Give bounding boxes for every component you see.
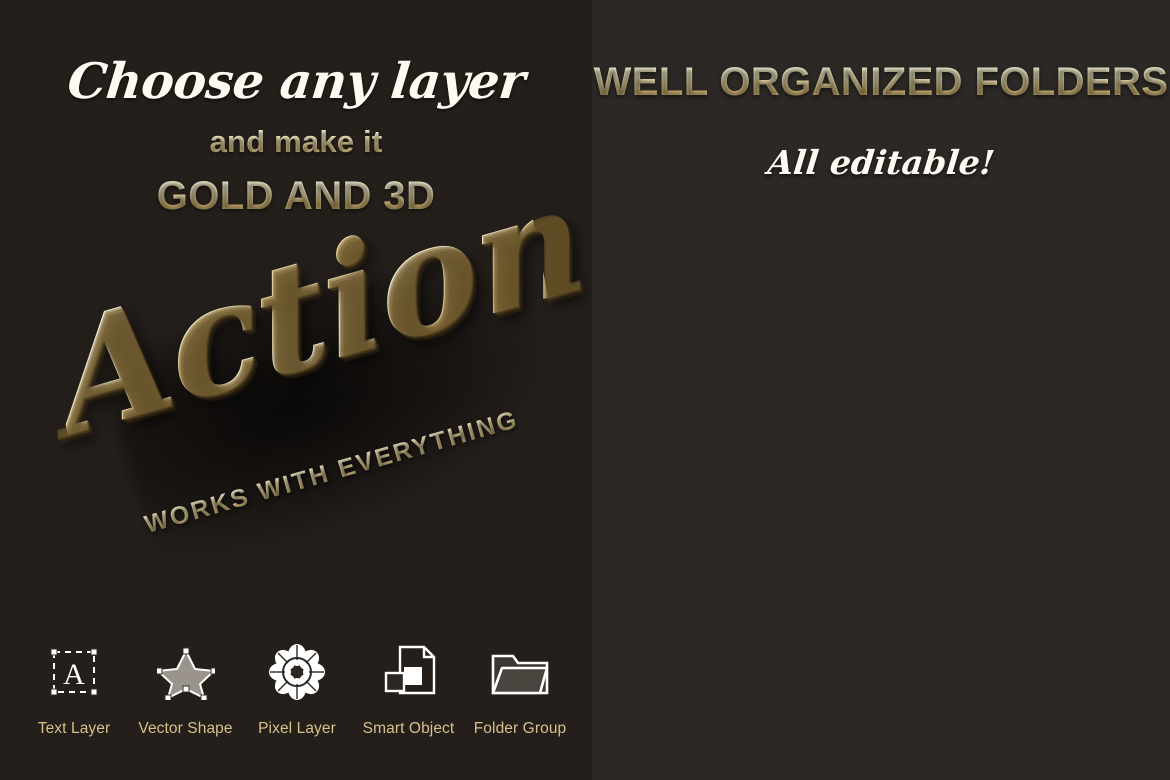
left-showcase-panel: Choose any layer and make it GOLD AND 3D… — [0, 0, 597, 780]
folder-group-icon — [468, 637, 572, 707]
layer-type-label: Pixel Layer — [258, 720, 336, 737]
right-heading-block: WELL ORGANIZED FOLDERS All editable! — [592, 60, 1170, 182]
right-heading-title: WELL ORGANIZED FOLDERS — [593, 60, 1169, 104]
left-heading-sub: and make it — [0, 124, 592, 160]
right-heading-sub: All editable! — [765, 143, 997, 182]
text-layer-icon: A — [22, 637, 126, 707]
left-heading-script: Choose any layer — [64, 52, 528, 110]
right-showcase-panel: WELL ORGANIZED FOLDERS All editable! → E… — [592, 0, 1170, 780]
smart-object-icon — [357, 637, 461, 707]
pixel-layer-icon — [245, 637, 349, 707]
promo-page: Choose any layer and make it GOLD AND 3D… — [0, 0, 1170, 780]
svg-text:A: A — [63, 658, 85, 691]
layer-type-text: A Text Layer — [22, 637, 126, 738]
gold-3d-artwork: Action WORKS WITH EVERYTHING — [0, 147, 597, 582]
layer-type-folder: Folder Group — [468, 637, 572, 738]
layer-type-smart-object: Smart Object — [357, 637, 461, 738]
layer-type-label: Smart Object — [362, 720, 455, 737]
layer-type-vector: Vector Shape — [134, 637, 238, 738]
vector-shape-icon — [134, 637, 238, 707]
layer-type-label: Folder Group — [473, 720, 567, 737]
layer-type-label: Vector Shape — [138, 720, 233, 737]
layer-type-icon-row: A Text Layer Vector Shape Pixel Layer Sm… — [22, 637, 572, 738]
layer-type-pixel: Pixel Layer — [245, 637, 349, 738]
layer-type-label: Text Layer — [37, 720, 111, 737]
